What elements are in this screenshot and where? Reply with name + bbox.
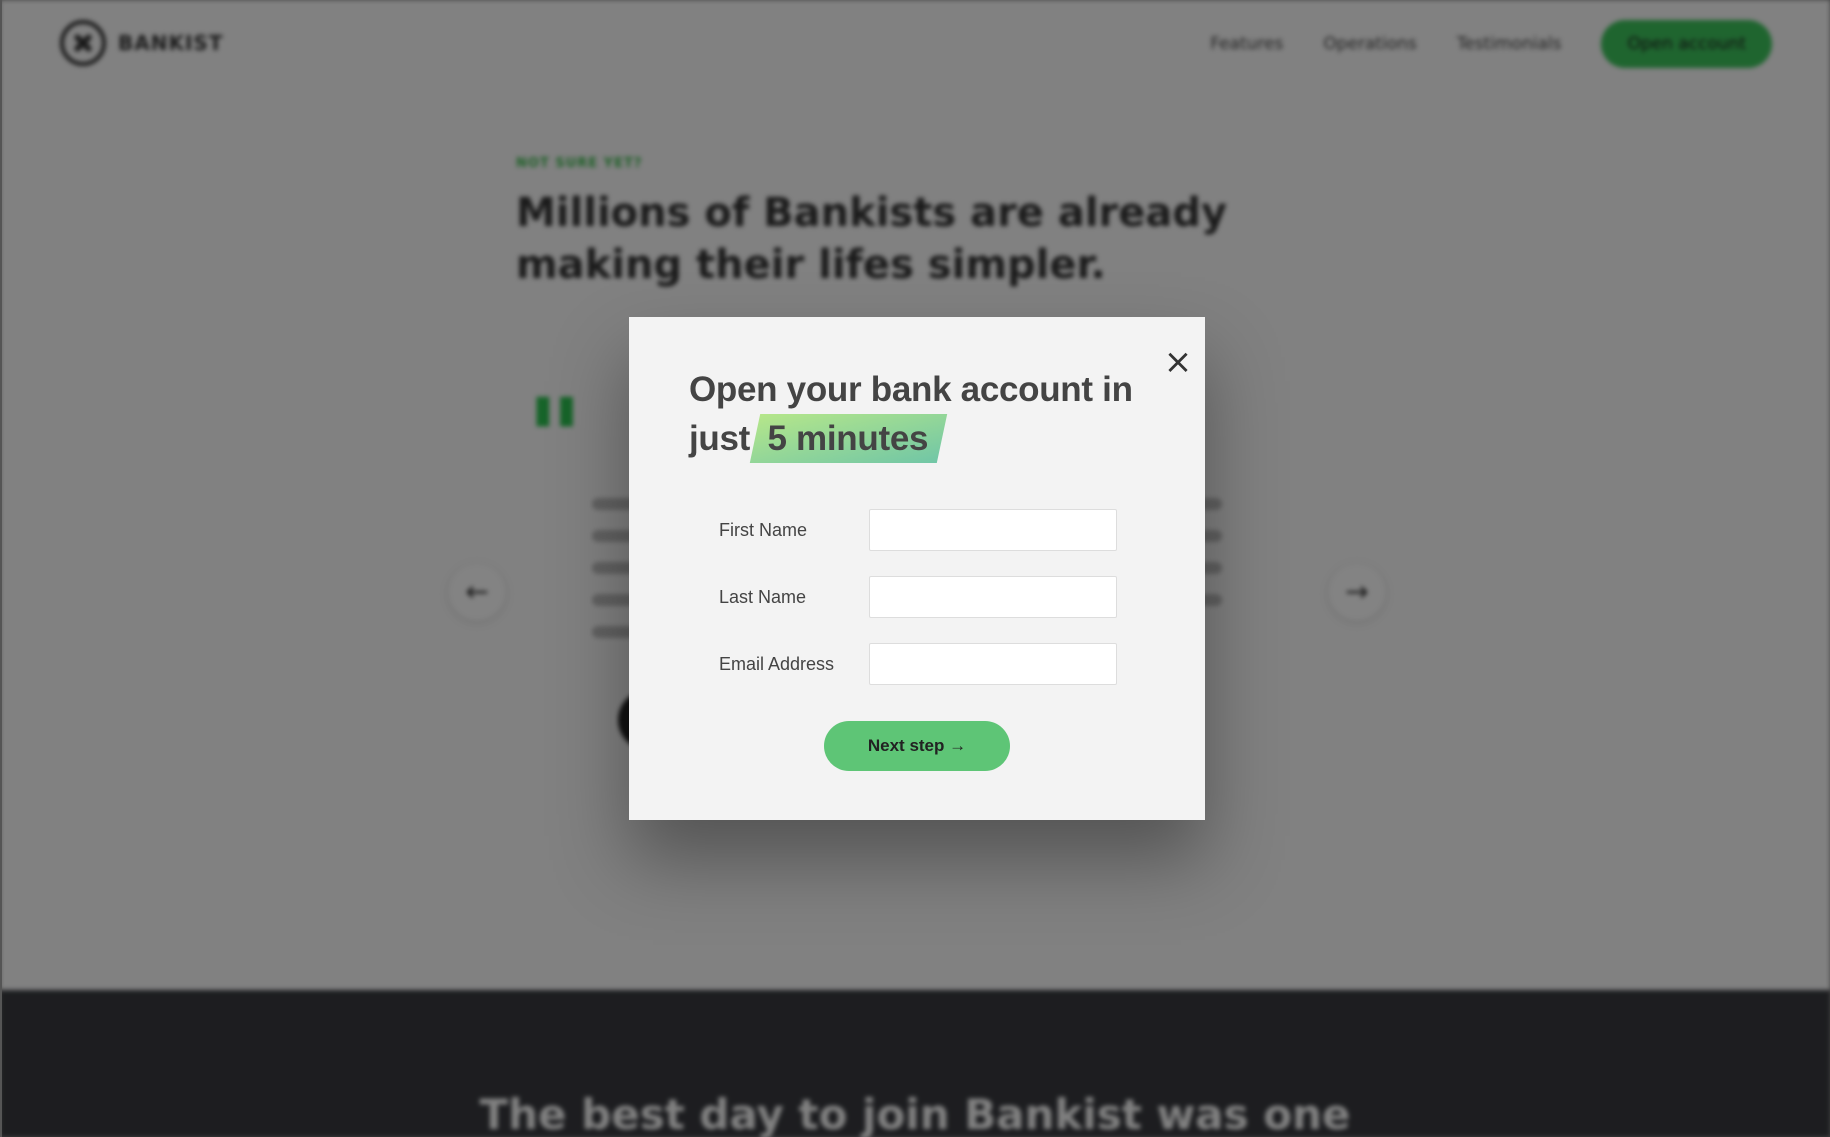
form-row-last-name: Last Name: [719, 576, 1149, 643]
close-icon[interactable]: ×: [1155, 339, 1201, 385]
modal-title: Open your bank account in just 5 minutes: [689, 365, 1159, 463]
form-row-first-name: First Name: [719, 509, 1149, 576]
first-name-label: First Name: [719, 520, 808, 540]
next-step-button[interactable]: Next step →: [824, 721, 1010, 771]
email-label: Email Address: [719, 654, 835, 674]
first-name-input[interactable]: [869, 509, 1117, 551]
modal-title-highlight: 5 minutes: [759, 414, 936, 463]
open-account-modal: × Open your bank account in just 5 minut…: [629, 317, 1205, 820]
last-name-input[interactable]: [869, 576, 1117, 618]
form-row-email: Email Address: [719, 643, 1149, 710]
window-edge: [0, 0, 2, 1137]
last-name-label: Last Name: [719, 587, 807, 607]
email-input[interactable]: [869, 643, 1117, 685]
signup-form: First Name Last Name Email Address: [719, 509, 1149, 710]
